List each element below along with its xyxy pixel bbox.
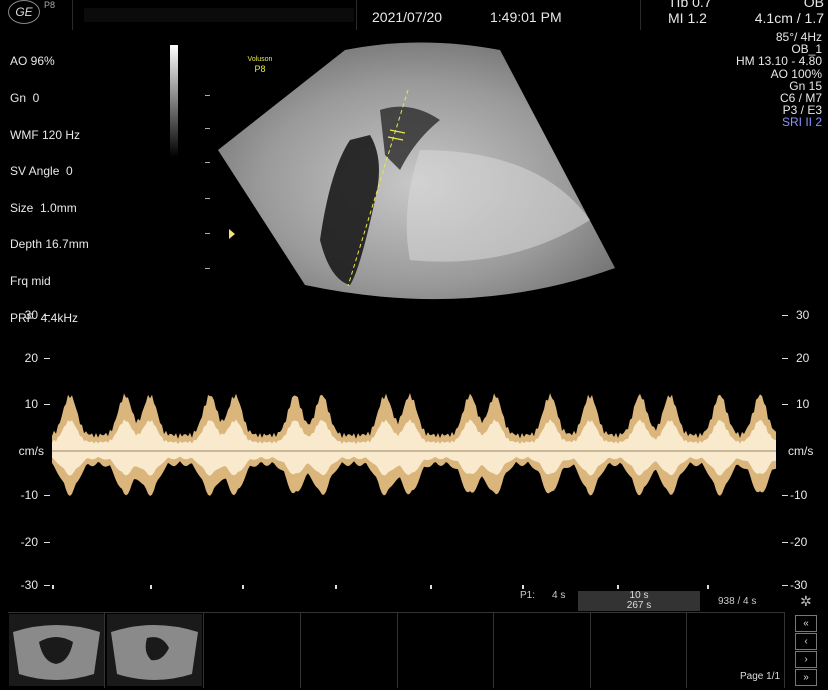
param-ao: AO 100% (770, 66, 822, 81)
axis-tick (44, 495, 50, 496)
page-indicator: Page 1/1 (740, 671, 781, 682)
bmode-params: 85°/ 4Hz OB_1 HM 13.10 - 4.80 AO 100% Gn… (736, 31, 822, 129)
axis-left-30: 30 (24, 308, 38, 322)
axis-tick (782, 404, 788, 405)
preset-info: OB 4.1cm / 1.7 (748, 0, 824, 26)
param-depth: Depth 16.7mm (10, 237, 89, 252)
param-gain: Gn 0 (10, 91, 40, 106)
param-sri: SRI II 2 (781, 115, 822, 130)
axis-tick (44, 542, 50, 543)
param-frq: Frq mid (10, 274, 51, 289)
preset-name: OB (803, 0, 824, 10)
top-divider (72, 0, 73, 30)
time-tick (242, 585, 244, 589)
param-size: Size 1.0mm (10, 200, 77, 215)
time-tick (52, 585, 54, 589)
axis-tick (782, 495, 788, 496)
axis-tick (782, 358, 788, 359)
grayscale-bar (170, 45, 178, 157)
time-tick (150, 585, 152, 589)
time-tick (430, 585, 432, 589)
param-ao: AO 96% (10, 54, 55, 69)
tib-value: TIb 0.7 (668, 0, 712, 10)
p1-value: 4 s (552, 590, 566, 601)
param-sv-angle: SV Angle 0 (10, 164, 73, 179)
axis-tick (44, 585, 50, 586)
brand-label: Voluson (248, 56, 273, 63)
spectrum-envelope (52, 393, 776, 496)
bmode-image: Voluson P8 (218, 42, 615, 300)
thumb-divider (686, 612, 687, 688)
axis-left-neg10: -10 (20, 488, 38, 502)
thumbnail-1[interactable] (9, 614, 104, 686)
param-hm: HM 13.10 - 4.80 (735, 54, 822, 69)
axis-tick (44, 358, 50, 359)
time-tick-row (52, 585, 776, 590)
axis-tick (44, 404, 50, 405)
exam-time: 1:49:01 PM (490, 9, 562, 25)
thumbnail-1-image (13, 625, 100, 680)
axis-tick (44, 315, 50, 316)
p1-label: P1: (520, 590, 536, 601)
axis-tick (782, 585, 788, 586)
thumb-divider (300, 612, 301, 688)
top-divider (640, 0, 641, 30)
thumb-divider (203, 612, 204, 688)
depth-framerate: 4.1cm / 1.7 (754, 10, 824, 26)
axis-right-unit: cm/s (788, 444, 814, 458)
thumb-divider (784, 612, 785, 688)
axis-left-10: 10 (24, 397, 38, 411)
time-tick (522, 585, 524, 589)
fast-forward-icon[interactable]: » (795, 669, 817, 686)
axis-left-neg20: -20 (20, 535, 38, 549)
param-wmf: WMF 120 Hz (10, 127, 81, 142)
patient-field (84, 8, 354, 22)
thumb-divider (493, 612, 494, 688)
axis-left-neg30: -30 (20, 578, 38, 592)
axis-tick (782, 315, 788, 316)
thumbnail-2-image (111, 625, 198, 680)
thumb-divider (397, 612, 398, 688)
axis-right-20: 20 (796, 351, 810, 365)
ge-logo-icon: GE (8, 0, 40, 24)
probe-tag: P8 (44, 0, 56, 10)
time-tick (707, 585, 709, 589)
axis-right-10: 10 (796, 397, 810, 411)
axis-tick (782, 542, 788, 543)
mi-value: MI 1.2 (668, 10, 707, 26)
axis-right-neg30: -30 (790, 578, 808, 592)
time-tick (617, 585, 619, 589)
axis-right-neg20: -20 (790, 535, 808, 549)
thumbnail-2[interactable] (107, 614, 202, 686)
spectrum-baseline[interactable] (52, 450, 776, 452)
total-time: 267 s (578, 601, 700, 611)
top-divider (356, 0, 357, 30)
time-tick (335, 585, 337, 589)
axis-right-neg10: -10 (790, 488, 808, 502)
safety-indices: TIb 0.7 MI 1.2 (668, 0, 712, 26)
frame-counter: 938 / 4 s (718, 596, 757, 607)
doppler-spectrum (52, 393, 776, 496)
rewind-icon[interactable]: « (795, 615, 817, 632)
axis-right-30: 30 (796, 308, 810, 322)
gear-icon[interactable]: ✲ (800, 593, 812, 610)
exam-date: 2021/07/20 (372, 9, 443, 25)
next-icon[interactable]: › (795, 651, 817, 668)
model-label: P8 (254, 64, 265, 74)
thumb-divider (104, 612, 105, 688)
axis-left-unit: cm/s (18, 444, 44, 458)
axis-left-20: 20 (24, 351, 38, 365)
prev-icon[interactable]: ‹ (795, 633, 817, 650)
doppler-params: AO 96% Gn 0 WMF 120 Hz SV Angle 0 Size 1… (10, 31, 89, 336)
thumb-divider (590, 612, 591, 688)
